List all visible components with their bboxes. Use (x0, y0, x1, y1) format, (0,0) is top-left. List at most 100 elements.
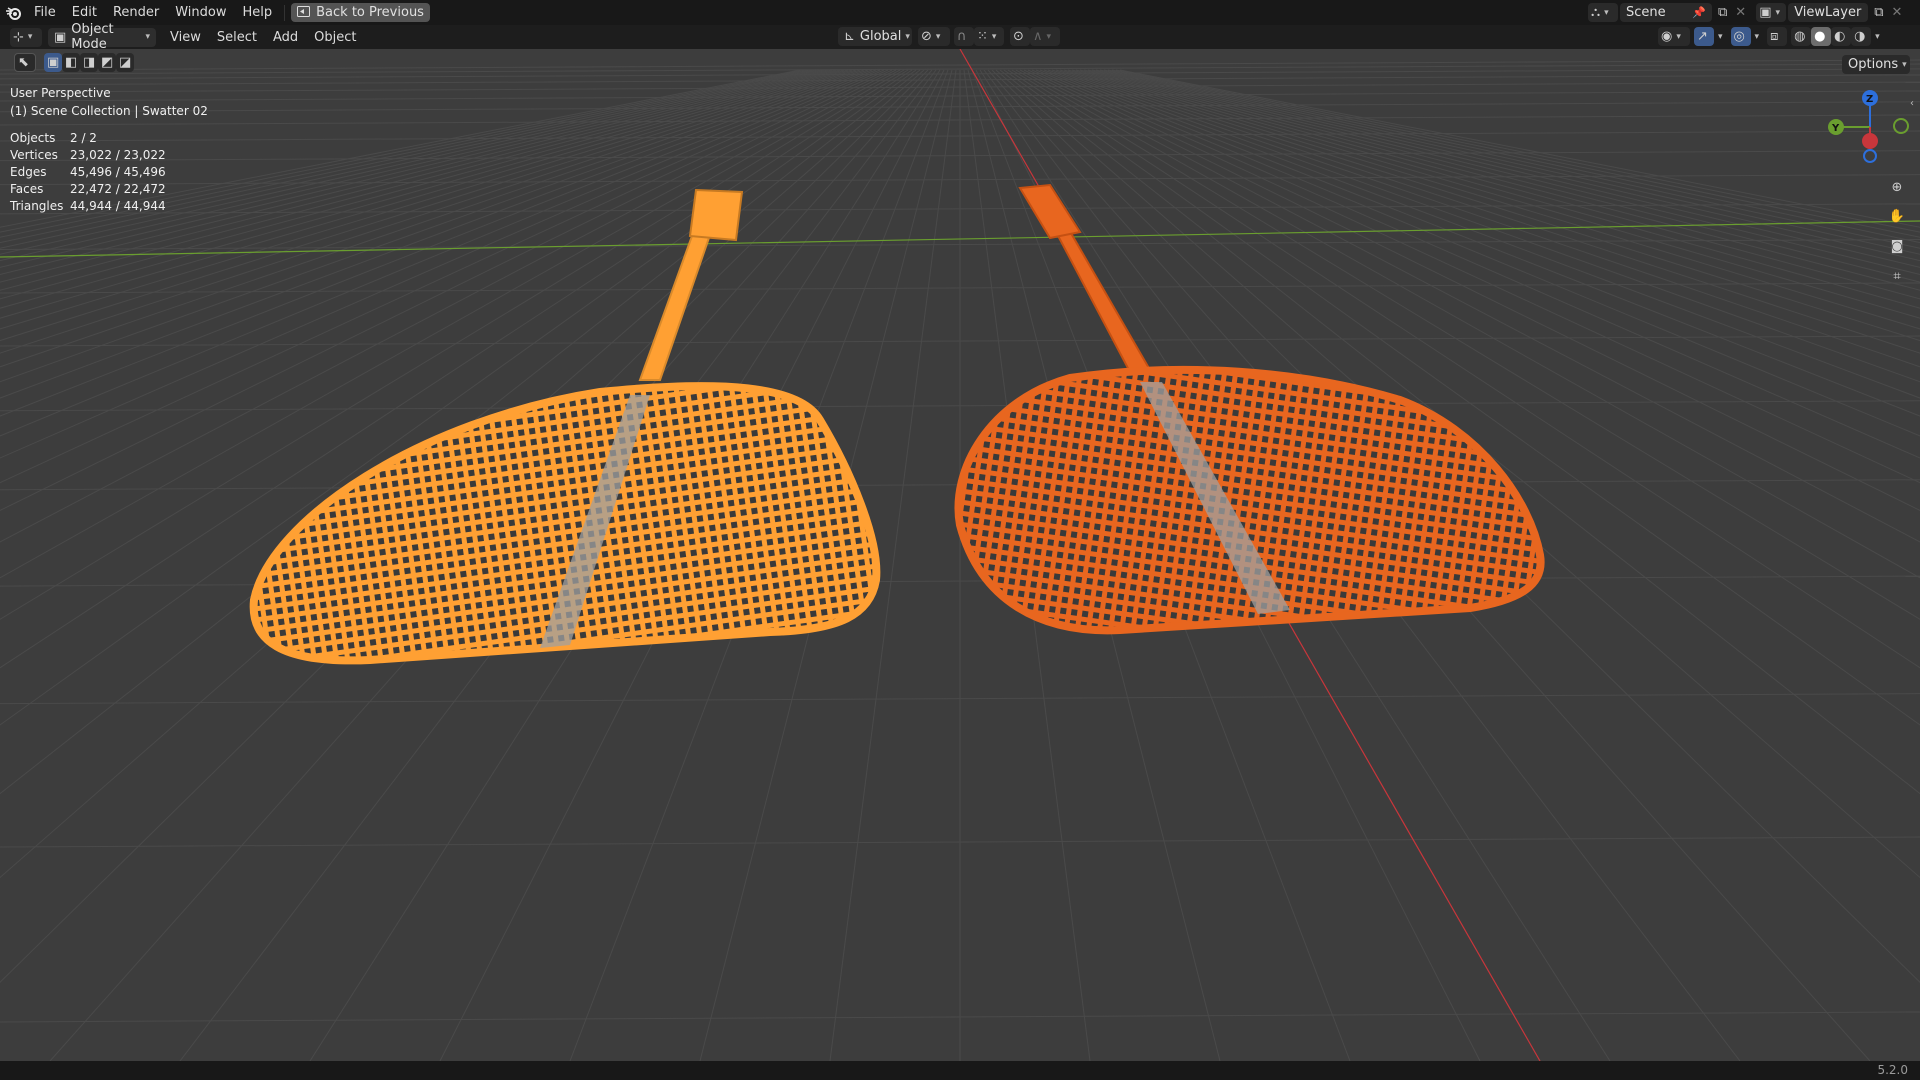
overlays-toggle[interactable]: ◎ (1730, 27, 1751, 46)
select-mode-extend-button[interactable]: ◧ (62, 53, 80, 72)
delete-scene-icon[interactable]: ✕ (1735, 6, 1746, 19)
stat-value: 23,022 / 23,022 (70, 148, 166, 162)
stat-label: Triangles (10, 199, 64, 213)
chevron-down-icon: ▾ (27, 32, 33, 42)
select-mode-subtract-button[interactable]: ◨ (80, 53, 98, 72)
select-mode-invert-button[interactable]: ◩ (98, 53, 116, 72)
chevron-down-icon: ▾ (1775, 7, 1781, 18)
stat-edges: Edges 45,496 / 45,496 (10, 165, 166, 179)
select-mode-new-button[interactable]: ▣ (44, 53, 62, 72)
gizmo-z-label: Z (1866, 94, 1873, 105)
snap-toggle[interactable]: ∩ (954, 27, 974, 46)
3d-viewport[interactable]: Z Y ⬉ ▣ ◧ ◨ ◩ ◪ Options ▾ User Perspecti… (0, 49, 1920, 1061)
chevron-down-icon: ▾ (991, 31, 997, 42)
new-scene-icon[interactable]: ⧉ (1718, 6, 1727, 19)
stat-label: Faces (10, 182, 44, 196)
swatter-object-2[interactable] (954, 183, 1545, 635)
grid-perspective-icon: ⌗ (1893, 268, 1901, 284)
version-label: 5.2.0 (1877, 1063, 1908, 1077)
rendered-shading-icon: ◑ (1854, 29, 1866, 44)
zoom-view-button[interactable]: ⊕ (1884, 174, 1910, 200)
transform-orientation-selector[interactable]: ⊾ Global ▾ (838, 27, 912, 46)
visibility-eye-icon: ◉ (1661, 29, 1673, 44)
scene-icon: ⛬ (1591, 5, 1601, 20)
shading-dropdown-icon[interactable]: ▾ (1875, 32, 1880, 42)
top-bar: File Edit Render Window Help Back to Pre… (0, 0, 1920, 25)
menu-select[interactable]: Select (209, 25, 265, 50)
viewport-header: ⊹ ▾ ▣ Object Mode ▾ View Select Add Objec… (0, 22, 1920, 52)
shading-rendered-button[interactable]: ◑ (1851, 27, 1872, 46)
chevron-down-icon: ▾ (905, 31, 910, 42)
select-extend-icon: ◧ (65, 55, 78, 70)
shading-wireframe-button[interactable]: ◍ (1791, 27, 1812, 46)
xray-icon: ⧈ (1770, 29, 1779, 44)
camera-view-button[interactable]: ◙ (1884, 233, 1910, 259)
gizmo-x-axis[interactable] (1862, 133, 1878, 149)
camera-icon: ◙ (1890, 238, 1904, 254)
pivot-point-selector[interactable]: ⊘ ▾ (918, 27, 950, 46)
zoom-magnifier-icon: ⊕ (1891, 179, 1903, 195)
scene-name: Scene (1626, 5, 1666, 20)
gizmo-toggle[interactable]: ↗ (1694, 27, 1714, 46)
pin-icon[interactable]: 📌 (1692, 7, 1706, 18)
chevron-down-icon: ▾ (1604, 7, 1609, 18)
menu-window[interactable]: Window (167, 0, 234, 25)
tool-select-button[interactable]: ⬉ (14, 53, 36, 72)
stat-triangles: Triangles 44,944 / 44,944 (10, 199, 166, 213)
stat-label: Objects (10, 131, 56, 145)
back-to-previous-button[interactable]: Back to Previous (291, 3, 430, 22)
shading-solid-button[interactable]: ● (1811, 27, 1832, 46)
xray-toggle[interactable]: ⧈ (1767, 27, 1788, 46)
view-layer-name-field[interactable]: ViewLayer (1788, 3, 1869, 22)
scene-selector[interactable]: ⛬ ▾ (1588, 3, 1618, 22)
proportional-editing-icon: ⊙ (1013, 29, 1024, 44)
select-mode-intersect-button[interactable]: ◪ (116, 53, 134, 72)
menu-file[interactable]: File (26, 0, 64, 25)
mode-label: Object Mode (71, 22, 114, 52)
new-view-layer-icon[interactable]: ⧉ (1874, 6, 1883, 19)
overlays-icon: ◎ (1733, 29, 1745, 44)
pan-view-button[interactable]: ✋ (1884, 203, 1910, 229)
menu-view[interactable]: View (162, 25, 209, 50)
chevron-down-icon: ▾ (1676, 31, 1681, 42)
wireframe-shading-icon: ◍ (1794, 29, 1806, 44)
snap-target-selector[interactable]: ⁙ ▾ (974, 27, 1004, 46)
blender-logo-icon[interactable] (0, 6, 26, 20)
editor-type-selector[interactable]: ⊹ ▾ (10, 27, 42, 47)
gizmo-y-label: Y (1831, 123, 1840, 134)
proportional-falloff-selector[interactable]: ∧ ▾ (1030, 27, 1060, 46)
perspective-toggle-button[interactable]: ⌗ (1884, 263, 1910, 289)
view-layer-selector[interactable]: ▣ ▾ (1756, 3, 1787, 22)
chevron-down-icon: ▾ (1902, 59, 1907, 70)
select-intersect-icon: ◪ (119, 55, 132, 70)
object-mode-icon: ▣ (54, 29, 67, 45)
options-dropdown[interactable]: Options ▾ (1842, 55, 1910, 74)
scene-name-field[interactable]: Scene 📌 (1620, 3, 1712, 22)
overlays-dropdown-icon[interactable]: ▾ (1755, 32, 1760, 42)
select-invert-icon: ◩ (101, 55, 114, 70)
gizmo-dropdown-icon[interactable]: ▾ (1718, 32, 1723, 42)
stat-value: 44,944 / 44,944 (70, 199, 166, 213)
mode-selector[interactable]: ▣ Object Mode ▾ (48, 22, 156, 52)
proportional-editing-toggle[interactable]: ⊙ (1010, 27, 1030, 46)
delete-view-layer-icon[interactable]: ✕ (1892, 6, 1903, 19)
status-bar: 5.2.0 (0, 1061, 1920, 1080)
3d-viewport-icon: ⊹ (13, 29, 24, 45)
menu-add[interactable]: Add (265, 25, 306, 50)
stat-value: 2 / 2 (70, 131, 97, 145)
transform-orientation-label: Global (859, 29, 902, 44)
viewport-perspective-label: User Perspective (10, 86, 111, 100)
object-visibility-selector[interactable]: ◉ ▾ (1658, 27, 1690, 46)
shading-material-button[interactable]: ◐ (1831, 27, 1852, 46)
menu-object[interactable]: Object (306, 25, 364, 50)
divider (284, 4, 286, 21)
viewport-scene[interactable]: Z Y (0, 49, 1920, 1061)
gizmo-neg-z-axis[interactable] (1863, 149, 1877, 163)
snap-grid-icon: ⁙ (977, 29, 988, 44)
view-layer-name: ViewLayer (1794, 5, 1862, 20)
sidebar-collapse-icon[interactable]: ‹ (1910, 99, 1914, 109)
stat-label: Vertices (10, 148, 58, 162)
menu-help[interactable]: Help (235, 0, 281, 25)
chevron-down-icon: ▾ (145, 32, 150, 42)
options-label: Options (1848, 57, 1899, 72)
